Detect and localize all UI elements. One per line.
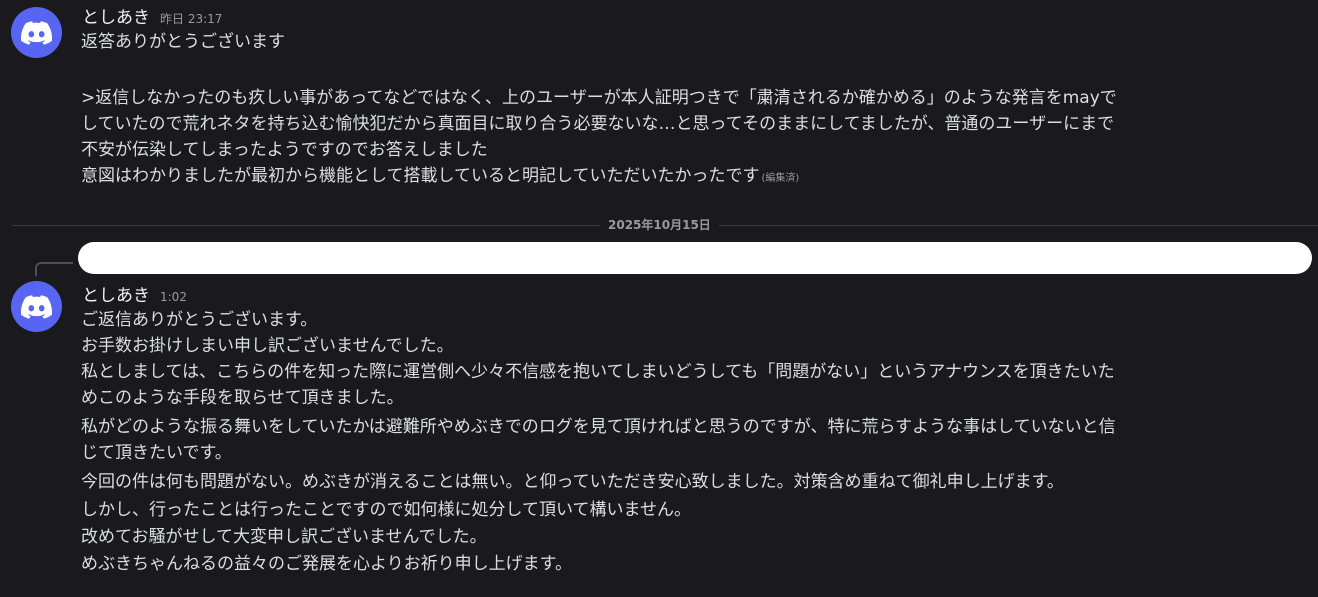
message-line: 私としましては、こちらの件を知った際に運営側へ少々不信感を抱いてしまいどうしても… [81, 362, 1115, 382]
edited-label: (編集済) [761, 173, 800, 184]
timestamp[interactable]: 1:02 [160, 290, 187, 304]
message-line: お手数お掛けしまい申し訳ございませんでした。 [81, 336, 454, 356]
message-text: 意図はわかりましたが最初から機能として搭載していると明記していただいたかったです [81, 166, 760, 186]
message-line: 不安が伝染してしまったようですのでお答えしました [81, 140, 488, 160]
message-line: していたので荒れネタを持ち込む愉快犯だから真面目に取り合う必要ないな…と思ってそ… [81, 114, 1115, 134]
timestamp[interactable]: 昨日 23:17 [160, 10, 222, 27]
message-line: めこのような手段を取らせて頂きました。 [81, 388, 404, 408]
chat-area: としあき 昨日 23:17 返答ありがとうございます >返信しなかったのも疚しい… [0, 0, 1318, 597]
message-header: としあき 昨日 23:17 [82, 3, 222, 28]
message-line-with-edit: 意図はわかりましたが最初から機能として搭載していると明記していただいたかったです… [81, 163, 799, 192]
username[interactable]: としあき [82, 3, 150, 28]
discord-logo-icon [21, 294, 52, 319]
message-line: 改めてお騒がせして大変申し訳ございませんでした。 [81, 527, 487, 547]
message-line: 私がどのような振る舞いをしていたかは避難所やめぶきでのログを見て頂ければと思うの… [81, 417, 1116, 437]
message-header: としあき 1:02 [82, 281, 187, 306]
message-line: めぶきちゃんねるの益々のご発展を心よりお祈り申し上げます。 [81, 554, 572, 574]
avatar[interactable] [11, 7, 62, 58]
message-line: しかし、行ったことは行ったことですので如何様に処分して頂いて構いません。 [81, 500, 691, 520]
message-line: 今回の件は何も問題がない。めぶきが消えることは無い。と仰っていただき安心致しまし… [81, 472, 1064, 492]
avatar[interactable] [11, 281, 62, 332]
reply-spine [35, 262, 73, 276]
date-divider-label: 2025年10月15日 [600, 216, 719, 233]
redacted-reply-preview [78, 242, 1312, 274]
discord-logo-icon [21, 20, 52, 45]
message-line: >返信しなかったのも疚しい事があってなどではなく、上のユーザーが本人証明つきで「… [81, 88, 1117, 108]
message-line: ご返信ありがとうございます。 [81, 310, 318, 330]
username[interactable]: としあき [82, 281, 150, 306]
message-line: じて頂きたいです。 [81, 443, 232, 463]
message-line: 返答ありがとうございます [81, 32, 285, 52]
